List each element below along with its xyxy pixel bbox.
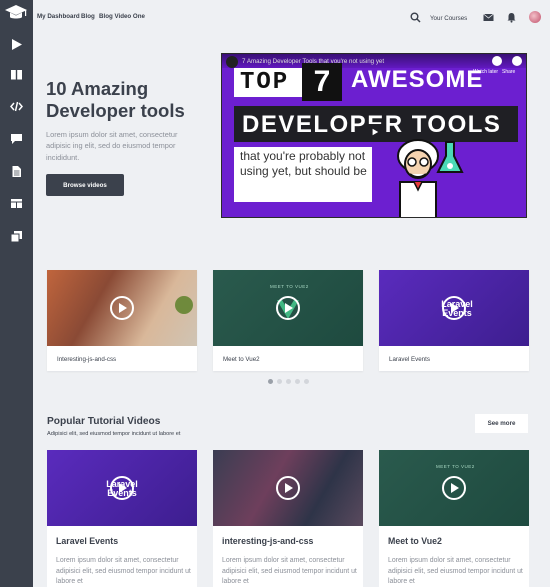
card-description: Lorem ipsum dolor sit amet, consectetur …	[388, 557, 523, 585]
card-title[interactable]: Meet to Vue2	[388, 536, 442, 546]
card-thumbnail[interactable]: Laravel Events	[47, 450, 197, 526]
video-controls	[492, 56, 522, 66]
card-label[interactable]: Interesting-js-and-css	[57, 356, 116, 363]
mail-icon[interactable]	[482, 11, 494, 23]
carousel-dot[interactable]	[304, 379, 309, 384]
sidebar	[0, 0, 33, 587]
scientist-illustration-icon	[397, 139, 464, 217]
chat-icon[interactable]	[8, 130, 25, 147]
page-title: 10 Amazing Developer tools	[46, 78, 185, 121]
video-card[interactable]: interesting-js-and-css Lorem ipsum dolor…	[213, 450, 363, 587]
carousel-dot[interactable]	[286, 379, 291, 384]
book-icon[interactable]	[8, 66, 25, 83]
card-thumbnail[interactable]: MEET TO VUE2	[213, 270, 363, 346]
avatar[interactable]	[529, 11, 541, 23]
play-icon[interactable]	[110, 476, 134, 500]
play-icon[interactable]	[442, 476, 466, 500]
carousel-dot[interactable]	[295, 379, 300, 384]
top-bar: My Dashboard Blog Blog Video One Your Co…	[33, 0, 550, 34]
card-title[interactable]: interesting-js-and-css	[222, 536, 313, 546]
card-thumbnail[interactable]	[47, 270, 197, 346]
video-card[interactable]: MEET TO VUE2 Meet to Vue2 Lorem ipsum do…	[379, 450, 529, 587]
share-icon[interactable]	[512, 56, 522, 66]
thumbnail-caption: MEET TO VUE2	[436, 464, 475, 469]
card-description: Lorem ipsum dolor sit amet, consectetur …	[56, 557, 191, 585]
play-icon[interactable]	[110, 296, 134, 320]
thumbnail-top-text: TOP	[240, 69, 290, 96]
nav-link-my-dashboard[interactable]: My Dashboard	[37, 13, 80, 20]
thumbnail-awesome: AWESOME	[351, 66, 484, 93]
browse-videos-button[interactable]: Browse videos	[46, 174, 124, 196]
graduation-cap-logo-icon[interactable]	[4, 3, 28, 23]
play-icon[interactable]	[442, 296, 466, 320]
carousel-card[interactable]: Laravel Events Laravel Events	[379, 270, 529, 371]
watch-later-icon[interactable]	[492, 56, 502, 66]
video-card[interactable]: Laravel Events Laravel Events Lorem ipsu…	[47, 450, 197, 587]
bell-icon[interactable]	[505, 11, 517, 23]
channel-logo-icon[interactable]	[226, 56, 238, 68]
card-thumbnail[interactable]: Laravel Events	[379, 270, 529, 346]
play-icon[interactable]	[276, 296, 300, 320]
see-more-button[interactable]: See more	[475, 414, 528, 433]
nav-link-blog-video-one[interactable]: Blog Video One	[99, 13, 145, 20]
your-courses-link[interactable]: Your Courses	[430, 15, 467, 22]
play-icon[interactable]	[8, 36, 25, 53]
carousel-dot[interactable]	[268, 379, 273, 384]
play-icon[interactable]	[276, 476, 300, 500]
card-thumbnail[interactable]: MEET TO VUE2	[379, 450, 529, 526]
card-description: Lorem ipsum dolor sit amet, consectetur …	[222, 557, 357, 585]
carousel-dot[interactable]	[277, 379, 282, 384]
card-thumbnail[interactable]	[213, 450, 363, 526]
card-label[interactable]: Meet to Vue2	[223, 356, 260, 363]
hero-description: Lorem ipsum dolor sit amet, consectetur …	[46, 130, 178, 162]
thumbnail-subtitle: that you're probably not using yet, but …	[240, 149, 367, 178]
thumbnail-sub-box: that you're probably not using yet, but …	[234, 147, 372, 202]
document-icon[interactable]	[8, 163, 25, 180]
card-title[interactable]: Laravel Events	[56, 536, 118, 546]
section-title: Popular Tutorial Videos	[47, 416, 161, 427]
card-label[interactable]: Laravel Events	[389, 356, 430, 363]
search-icon[interactable]	[409, 11, 421, 23]
share-label[interactable]: Share	[502, 69, 515, 75]
thumbnail-seven: 7	[302, 63, 342, 101]
section-subtitle: Adipisici elit, sed eiusmod tempor incid…	[47, 431, 181, 437]
video-player[interactable]: 7 Amazing Developer Tools that you're no…	[221, 53, 527, 218]
nav-link-blog[interactable]: Blog	[81, 13, 95, 20]
carousel-card[interactable]: Interesting-js-and-css	[47, 270, 197, 371]
layout-icon[interactable]	[8, 195, 25, 212]
code-icon[interactable]	[8, 98, 25, 115]
thumbnail-caption: MEET TO VUE2	[270, 284, 309, 289]
copy-icon[interactable]	[8, 228, 25, 245]
plant-shape	[175, 296, 193, 314]
carousel-card[interactable]: MEET TO VUE2 Meet to Vue2	[213, 270, 363, 371]
carousel-dots	[268, 379, 309, 384]
play-icon[interactable]	[364, 124, 386, 140]
